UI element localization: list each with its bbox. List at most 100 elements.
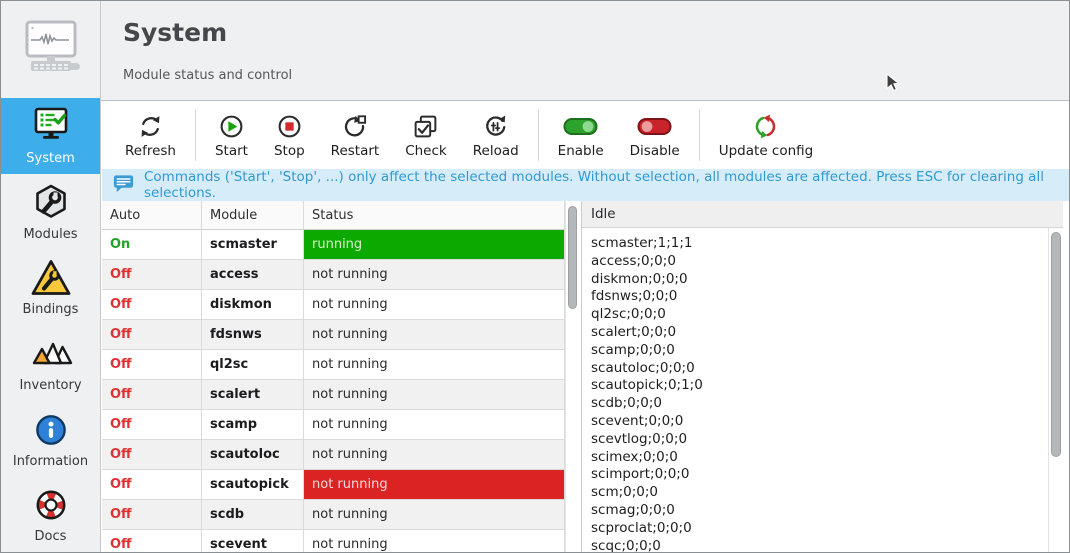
log-line: ql2sc;0;0;0 <box>591 306 1048 324</box>
module-cell: scevent <box>202 530 304 552</box>
auto-cell: Off <box>102 470 202 500</box>
reload-button[interactable]: Reload <box>460 107 532 163</box>
module-table-body: OnscmasterrunningOffaccessnot runningOff… <box>102 230 565 552</box>
content-area: Auto Module Status OnscmasterrunningOffa… <box>102 201 1069 552</box>
stop-icon <box>276 111 303 141</box>
module-cell: scalert <box>202 380 304 410</box>
module-row-ql2sc[interactable]: Offql2scnot running <box>102 350 565 380</box>
enable-button[interactable]: Enable <box>545 107 617 163</box>
sidebar-item-system[interactable]: System <box>1 98 100 174</box>
page-subtitle: Module status and control <box>123 68 292 83</box>
toolbar-button-label: Enable <box>558 143 604 159</box>
module-row-access[interactable]: Offaccessnot running <box>102 260 565 290</box>
module-row-scalert[interactable]: Offscalertnot running <box>102 380 565 410</box>
sidebar-item-information[interactable]: Information <box>1 401 100 477</box>
info-banner: Commands ('Start', 'Stop', ...) only aff… <box>102 169 1069 201</box>
module-row-scamp[interactable]: Offscampnot running <box>102 410 565 440</box>
sidebar-item-modules[interactable]: Modules <box>1 174 100 250</box>
status-cell: not running <box>304 380 565 410</box>
module-cell: ql2sc <box>202 350 304 380</box>
module-row-fdsnws[interactable]: Offfdsnwsnot running <box>102 320 565 350</box>
auto-cell: Off <box>102 320 202 350</box>
status-cell: not running <box>304 470 565 500</box>
message-info-icon <box>112 172 135 198</box>
module-table-scrollbar-thumb[interactable] <box>568 206 577 309</box>
log-line: scalert;0;0;0 <box>591 324 1048 342</box>
module-row-scautoloc[interactable]: Offscautolocnot running <box>102 440 565 470</box>
scconfig-window: System Module status and control SystemM… <box>0 0 1070 553</box>
start-button[interactable]: Start <box>202 107 261 163</box>
module-row-scmaster[interactable]: Onscmasterrunning <box>102 230 565 260</box>
update-config-icon <box>752 111 779 141</box>
log-line: diskmon;0;0;0 <box>591 271 1048 289</box>
status-cell: not running <box>304 290 565 320</box>
auto-cell: Off <box>102 290 202 320</box>
log-line: fdsnws;0;0;0 <box>591 288 1048 306</box>
sidebar-item-label: Information <box>13 454 88 469</box>
docs-lifebuoy-icon <box>31 484 71 526</box>
auto-cell: Off <box>102 500 202 530</box>
column-header-module[interactable]: Module <box>202 201 304 230</box>
stop-button[interactable]: Stop <box>261 107 318 163</box>
log-panel-body[interactable]: scmaster;1;1;1access;0;0;0diskmon;0;0;0f… <box>582 228 1048 552</box>
log-panel: Idle scmaster;1;1;1access;0;0;0diskmon;0… <box>581 201 1063 552</box>
status-cell: not running <box>304 260 565 290</box>
module-cell: scamp <box>202 410 304 440</box>
refresh-button[interactable]: Refresh <box>112 107 189 163</box>
check-button[interactable]: Check <box>392 107 460 163</box>
module-row-diskmon[interactable]: Offdiskmonnot running <box>102 290 565 320</box>
refresh-icon <box>137 111 164 141</box>
sidebar-item-inventory[interactable]: Inventory <box>1 325 100 401</box>
module-cell: fdsnws <box>202 320 304 350</box>
toolbar-button-label: Stop <box>274 143 305 159</box>
enable-toggle-icon <box>563 111 598 141</box>
mouse-cursor <box>886 73 900 97</box>
log-line: scevtlog;0;0;0 <box>591 431 1048 449</box>
module-cell: scmaster <box>202 230 304 260</box>
column-header-status[interactable]: Status <box>304 201 565 230</box>
module-cell: scdb <box>202 500 304 530</box>
toolbar-separator <box>195 109 196 161</box>
information-icon <box>31 409 71 451</box>
restart-icon <box>341 111 368 141</box>
module-table-scrollbar[interactable] <box>565 201 579 552</box>
sidebar-item-label: Bindings <box>23 302 79 317</box>
restart-button[interactable]: Restart <box>318 107 393 163</box>
seismometer-computer-icon <box>19 19 83 81</box>
auto-cell: Off <box>102 380 202 410</box>
auto-cell: On <box>102 230 202 260</box>
bindings-warning-wrench-icon <box>29 257 73 299</box>
status-cell: not running <box>304 410 565 440</box>
module-row-scautopick[interactable]: Offscautopicknot running <box>102 470 565 500</box>
toolbar-button-label: Start <box>215 143 248 159</box>
sidebar-item-label: Inventory <box>19 378 81 393</box>
column-header-auto[interactable]: Auto <box>102 201 202 230</box>
sidebar-item-bindings[interactable]: Bindings <box>1 249 100 325</box>
toolbar-button-label: Restart <box>331 143 380 159</box>
update-config-button[interactable]: Update config <box>706 107 827 163</box>
module-row-scdb[interactable]: Offscdbnot running <box>102 500 565 530</box>
log-panel-scrollbar-thumb[interactable] <box>1051 232 1061 457</box>
start-icon <box>218 111 245 141</box>
module-row-scevent[interactable]: Offsceventnot running <box>102 530 565 552</box>
sidebar-item-docs[interactable]: Docs <box>1 476 100 552</box>
toolbar-button-label: Disable <box>630 143 680 159</box>
log-panel-scrollbar[interactable] <box>1048 228 1063 552</box>
status-cell: running <box>304 230 565 260</box>
reload-icon <box>482 111 509 141</box>
sidebar-item-label: Docs <box>35 529 67 544</box>
status-cell: not running <box>304 320 565 350</box>
log-line: scimex;0;0;0 <box>591 449 1048 467</box>
log-line: scautopick;0;1;0 <box>591 377 1048 395</box>
module-cell: diskmon <box>202 290 304 320</box>
log-line: scamp;0;0;0 <box>591 342 1048 360</box>
module-cell: scautoloc <box>202 440 304 470</box>
log-line: scautoloc;0;0;0 <box>591 360 1048 378</box>
log-line: scimport;0;0;0 <box>591 466 1048 484</box>
status-cell: not running <box>304 530 565 552</box>
sidebar: SystemModules Bindings Inventory Informatio… <box>1 98 101 552</box>
disable-button[interactable]: Disable <box>617 107 693 163</box>
status-cell: not running <box>304 500 565 530</box>
disable-toggle-icon <box>637 111 672 141</box>
status-cell: not running <box>304 350 565 380</box>
